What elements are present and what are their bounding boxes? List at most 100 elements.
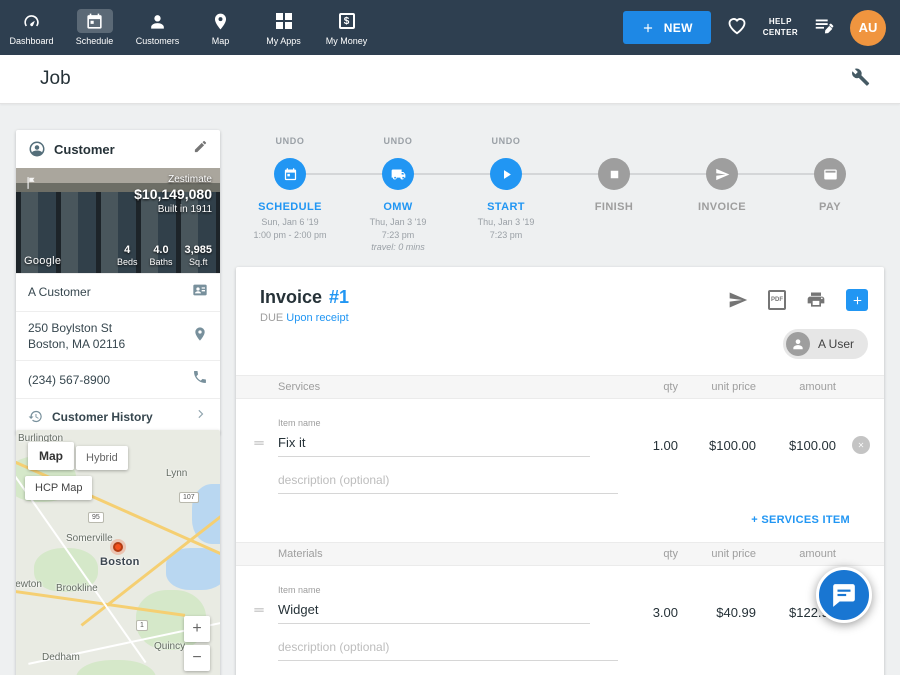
plus-icon bbox=[641, 21, 655, 35]
help-center-button[interactable]: HELP CENTER bbox=[763, 17, 798, 38]
map-label-brookline: Brookline bbox=[56, 583, 98, 594]
amount-column-header: amount bbox=[756, 381, 836, 393]
map-type-button-map[interactable]: Map bbox=[28, 442, 74, 470]
job-location-marker[interactable] bbox=[113, 542, 123, 552]
nav-label: Dashboard bbox=[9, 36, 53, 46]
built-year: Built in 1911 bbox=[134, 204, 212, 215]
edit-list-icon[interactable] bbox=[813, 14, 835, 41]
heart-icon[interactable] bbox=[726, 14, 748, 41]
zoom-in-button[interactable]: + bbox=[184, 616, 210, 642]
service-item-name-input[interactable] bbox=[278, 433, 590, 457]
customers-icon bbox=[140, 9, 176, 33]
customer-card: Customer Zestimate $10,149,080 Built in … bbox=[16, 130, 220, 434]
invoice-number[interactable]: #1 bbox=[329, 287, 349, 308]
page-title: Job bbox=[40, 68, 71, 90]
schedule-step-circle[interactable] bbox=[274, 158, 306, 190]
service-item-qty[interactable]: 1.00 bbox=[608, 438, 678, 453]
stop-icon bbox=[607, 167, 622, 182]
service-item-description-input[interactable] bbox=[278, 471, 618, 494]
content: Customer Zestimate $10,149,080 Built in … bbox=[0, 104, 900, 675]
chat-icon bbox=[831, 582, 857, 608]
material-item-description-input[interactable] bbox=[278, 638, 618, 661]
job-tools-icon[interactable] bbox=[850, 67, 870, 92]
undo-omw-button[interactable]: UNDO bbox=[344, 136, 452, 148]
customer-phone-row: (234) 567-8900 bbox=[16, 360, 220, 398]
send-icon bbox=[715, 167, 730, 182]
finish-step-circle[interactable] bbox=[598, 158, 630, 190]
omw-step-circle[interactable] bbox=[382, 158, 414, 190]
send-invoice-icon[interactable] bbox=[728, 290, 748, 310]
material-item-row: 3.00 $40.99 $122.97 bbox=[236, 600, 884, 624]
job-progress-stepper: UNDO SCHEDULE Sun, Jan 6 '19 1:00 pm - 2… bbox=[236, 136, 884, 246]
material-item-name-input[interactable] bbox=[278, 600, 590, 624]
chat-bubble-button[interactable] bbox=[816, 567, 872, 623]
invoice-step-circle[interactable] bbox=[706, 158, 738, 190]
step-invoice: INVOICE bbox=[668, 136, 776, 254]
amount-column-header: amount bbox=[756, 548, 836, 560]
top-nav: Dashboard Schedule Customers Map My Apps bbox=[0, 0, 900, 55]
map-canvas[interactable]: Burlington Lynn Somerville Boston Newton… bbox=[16, 430, 220, 675]
material-item-unit-price[interactable]: $40.99 bbox=[678, 605, 756, 620]
map-pin-icon bbox=[203, 9, 239, 33]
history-label: Customer History bbox=[52, 409, 194, 425]
customer-avatar-icon bbox=[28, 140, 46, 158]
nav-item-my-money[interactable]: $ My Money bbox=[315, 0, 378, 55]
pdf-icon[interactable]: PDF bbox=[768, 290, 786, 310]
property-photo: Zestimate $10,149,080 Built in 1911 4Bed… bbox=[16, 168, 220, 273]
address-line1: 250 Boylston St bbox=[28, 320, 192, 336]
services-title: Services bbox=[252, 381, 608, 393]
nav-item-map[interactable]: Map bbox=[189, 0, 252, 55]
zestimate-value: $10,149,080 bbox=[134, 186, 212, 202]
baths-value: 4.0 bbox=[149, 244, 172, 256]
map-label-quincy: Quincy bbox=[154, 641, 185, 652]
schedule-icon bbox=[77, 9, 113, 33]
nav-label: Customers bbox=[136, 36, 180, 46]
add-services-item-link[interactable]: + SERVICES ITEM bbox=[236, 494, 884, 542]
add-invoice-button[interactable] bbox=[846, 289, 868, 311]
map-label-dedham: Dedham bbox=[42, 652, 80, 663]
customer-history-row[interactable]: Customer History bbox=[16, 398, 220, 434]
contact-card-icon[interactable] bbox=[192, 282, 208, 303]
remove-service-item-button[interactable] bbox=[852, 436, 870, 454]
print-icon[interactable] bbox=[806, 290, 826, 310]
map-type-button-hybrid[interactable]: Hybrid bbox=[76, 446, 128, 470]
materials-section-header: Materials qty unit price amount bbox=[236, 542, 884, 566]
nav-item-my-apps[interactable]: My Apps bbox=[252, 0, 315, 55]
step-finish: FINISH bbox=[560, 136, 668, 254]
services-section-header: Services qty unit price amount bbox=[236, 375, 884, 399]
apps-grid-icon bbox=[266, 9, 302, 33]
undo-start-button[interactable]: UNDO bbox=[452, 136, 560, 148]
phone-icon[interactable] bbox=[192, 369, 208, 390]
service-item-unit-price[interactable]: $100.00 bbox=[678, 438, 756, 453]
nav-item-dashboard[interactable]: Dashboard bbox=[0, 0, 63, 55]
new-button[interactable]: NEW bbox=[623, 11, 711, 44]
customer-address-row: 250 Boylston St Boston, MA 02116 bbox=[16, 311, 220, 360]
step-schedule: UNDO SCHEDULE Sun, Jan 6 '19 1:00 pm - 2… bbox=[236, 136, 344, 254]
start-date: Thu, Jan 3 '19 7:23 pm bbox=[452, 216, 560, 241]
undo-schedule-button[interactable]: UNDO bbox=[236, 136, 344, 148]
customer-name: A Customer bbox=[28, 284, 192, 300]
step-start: UNDO START Thu, Jan 3 '19 7:23 pm bbox=[452, 136, 560, 254]
start-step-circle[interactable] bbox=[490, 158, 522, 190]
map-type-button-hcp[interactable]: HCP Map bbox=[25, 476, 92, 500]
assigned-user-chip[interactable]: A User bbox=[783, 329, 868, 359]
drag-handle-icon[interactable] bbox=[252, 603, 278, 622]
add-materials-item-link[interactable]: + MATERIALS ITEM bbox=[236, 661, 884, 675]
service-item-amount: $100.00 bbox=[756, 438, 836, 453]
nav-item-schedule[interactable]: Schedule bbox=[63, 0, 126, 55]
due-value-link[interactable]: Upon receipt bbox=[286, 312, 348, 324]
material-item-qty[interactable]: 3.00 bbox=[608, 605, 678, 620]
zoom-out-button[interactable]: − bbox=[184, 645, 210, 671]
baths-label: Baths bbox=[149, 257, 172, 267]
user-avatar[interactable]: AU bbox=[850, 10, 886, 46]
invoice-card: Invoice #1 DUE Upon receipt PDF bbox=[236, 267, 884, 675]
nav-item-customers[interactable]: Customers bbox=[126, 0, 189, 55]
unit-price-column-header: unit price bbox=[678, 548, 756, 560]
invoice-title: Invoice bbox=[260, 287, 322, 308]
edit-pencil-icon[interactable] bbox=[193, 139, 208, 159]
location-pin-icon[interactable] bbox=[192, 326, 208, 347]
dashboard-icon bbox=[14, 9, 50, 33]
pay-step-circle[interactable] bbox=[814, 158, 846, 190]
drag-handle-icon[interactable] bbox=[252, 436, 278, 455]
step-pay: PAY bbox=[776, 136, 884, 254]
